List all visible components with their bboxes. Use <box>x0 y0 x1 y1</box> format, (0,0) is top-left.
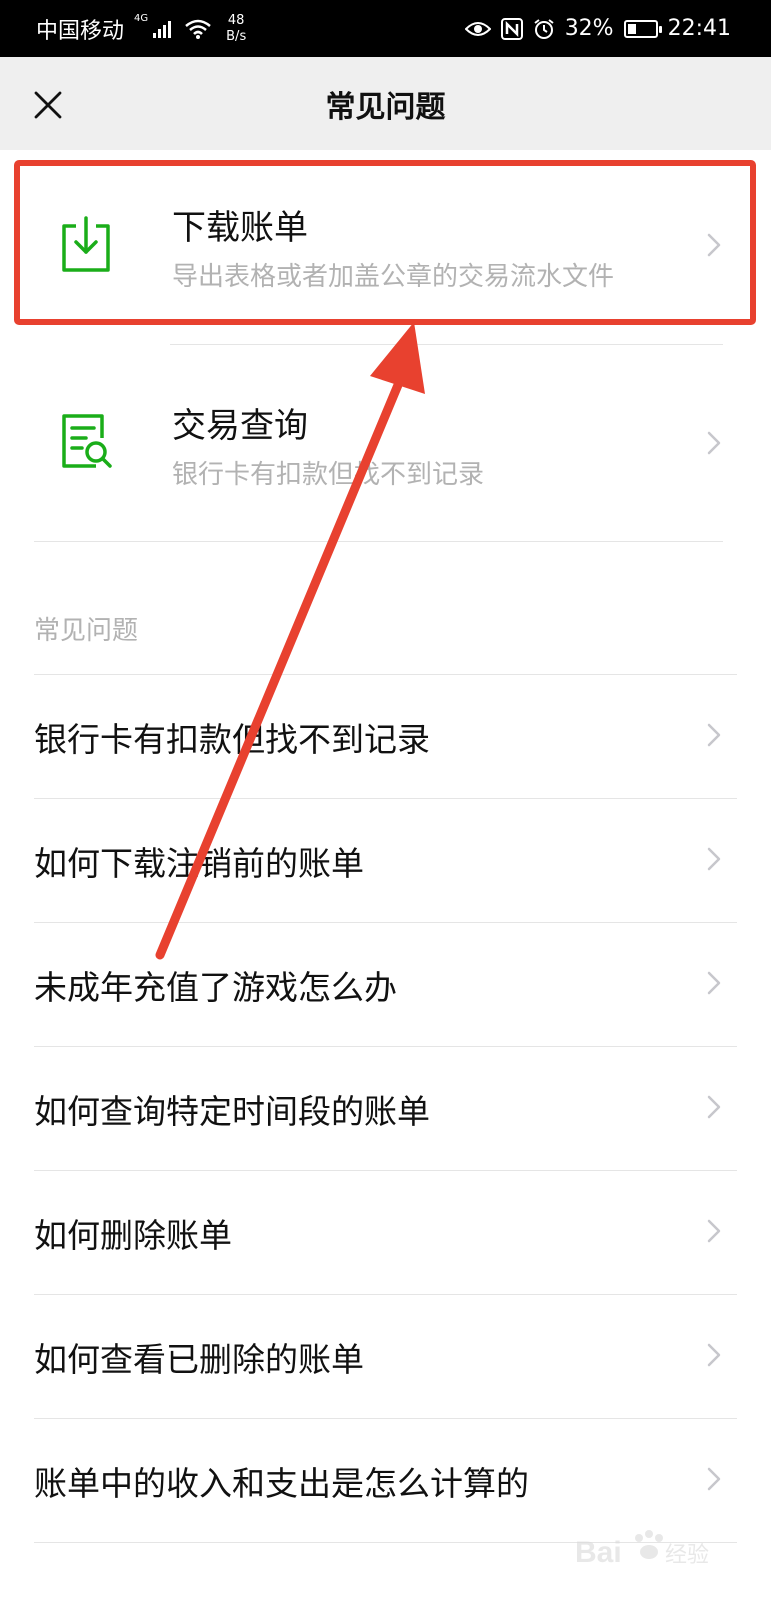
chevron-right-icon <box>707 233 721 257</box>
document-search-icon <box>62 414 112 468</box>
status-left: 中国移动 4G 48 B/s <box>36 0 246 57</box>
faq-item-label: 银行卡有扣款但找不到记录 <box>34 719 430 759</box>
faq-item-label: 如何下载注销前的账单 <box>34 843 364 883</box>
faq-item[interactable]: 如何下载注销前的账单 <box>34 798 737 922</box>
faq-section-title: 常见问题 <box>34 616 139 646</box>
faq-item-label: 如何查询特定时间段的账单 <box>34 1091 430 1131</box>
network-type: 4G <box>134 12 149 24</box>
status-bar: 中国移动 4G 48 B/s 32% 22:41 <box>0 0 771 57</box>
svg-text:经验: 经验 <box>665 1543 709 1568</box>
faq-item[interactable]: 如何查看已删除的账单 <box>34 1294 737 1418</box>
download-bill-title: 下载账单 <box>172 208 308 248</box>
battery-icon <box>623 19 662 38</box>
nav-bar: 常见问题 <box>0 57 771 150</box>
network-speed: 48 B/s <box>226 13 246 45</box>
speed-value: 48 <box>227 12 245 28</box>
status-right: 32% 22:41 <box>464 0 731 57</box>
chevron-right-icon <box>707 1095 721 1119</box>
chevron-right-icon <box>707 1343 721 1367</box>
faq-item-label: 如何查看已删除的账单 <box>34 1339 364 1379</box>
chevron-right-icon <box>707 971 721 995</box>
chevron-right-icon <box>707 1467 721 1491</box>
nfc-icon <box>500 17 523 40</box>
faq-item[interactable]: 未成年充值了游戏怎么办 <box>34 922 737 1046</box>
service-divider <box>170 344 723 345</box>
faq-item[interactable]: 如何删除账单 <box>34 1170 737 1294</box>
signal-icon <box>153 20 172 38</box>
faq-list: 银行卡有扣款但找不到记录 如何下载注销前的账单 未成年充值了游戏怎么办 如何查询… <box>0 674 771 1543</box>
faq-item-label: 如何删除账单 <box>34 1215 232 1255</box>
alarm-icon <box>534 18 554 39</box>
faq-item[interactable]: 银行卡有扣款但找不到记录 <box>34 674 737 798</box>
speed-unit: B/s <box>226 28 247 44</box>
section-divider <box>34 541 723 542</box>
download-bill-row[interactable]: 下载账单 导出表格或者加盖公章的交易流水文件 <box>0 160 771 330</box>
faq-item[interactable]: 如何查询特定时间段的账单 <box>34 1046 737 1170</box>
download-bill-description: 导出表格或者加盖公章的交易流水文件 <box>172 262 615 292</box>
chevron-right-icon <box>707 431 721 455</box>
transaction-query-title: 交易查询 <box>172 406 308 446</box>
carrier-name: 中国移动 <box>36 18 125 44</box>
transaction-query-description: 银行卡有扣款但找不到记录 <box>172 460 485 490</box>
chevron-right-icon <box>707 1219 721 1243</box>
clock-time: 22:41 <box>667 16 731 41</box>
chevron-right-icon <box>707 847 721 871</box>
faq-item-label: 未成年充值了游戏怎么办 <box>34 967 397 1007</box>
battery-percent: 32% <box>564 16 614 41</box>
list-end-divider <box>34 1542 737 1543</box>
faq-item[interactable]: 账单中的收入和支出是怎么计算的 <box>34 1418 737 1542</box>
page-title: 常见问题 <box>325 89 446 125</box>
eye-comfort-icon <box>464 21 491 36</box>
chevron-right-icon <box>707 723 721 747</box>
download-icon <box>62 216 110 272</box>
wifi-icon <box>185 19 211 39</box>
transaction-query-row[interactable]: 交易查询 银行卡有扣款但找不到记录 <box>0 358 771 528</box>
faq-item-label: 账单中的收入和支出是怎么计算的 <box>34 1463 529 1503</box>
